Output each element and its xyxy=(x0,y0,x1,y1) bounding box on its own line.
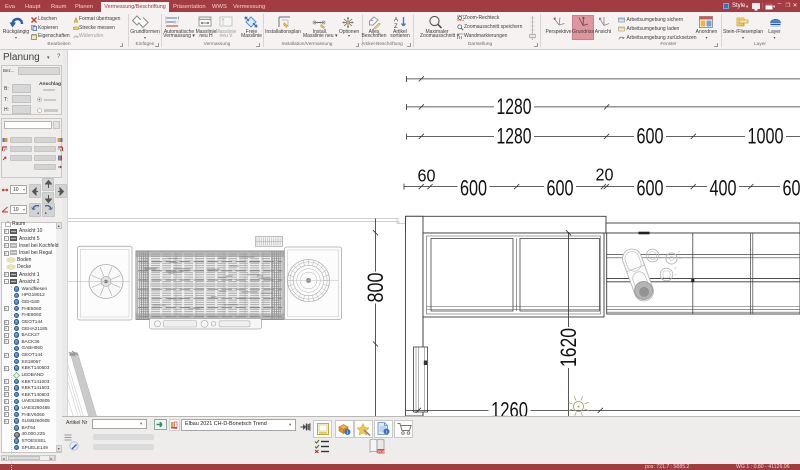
svg-text:600: 600 xyxy=(783,176,800,201)
svg-text:1620: 1620 xyxy=(556,328,581,367)
svg-text:600: 600 xyxy=(637,124,664,149)
svg-text:1000: 1000 xyxy=(748,124,784,149)
svg-text:1280: 1280 xyxy=(497,94,532,119)
svg-text:A: A xyxy=(394,18,398,24)
svg-text:PDF: PDF xyxy=(378,449,385,453)
svg-text:1280: 1280 xyxy=(497,124,532,149)
svg-text:800: 800 xyxy=(363,273,388,303)
svg-text:600: 600 xyxy=(547,176,574,201)
svg-text:60: 60 xyxy=(418,166,436,186)
svg-text:600: 600 xyxy=(637,176,664,201)
svg-text:20: 20 xyxy=(596,165,614,185)
svg-text:1260: 1260 xyxy=(491,398,528,416)
svg-text:400: 400 xyxy=(710,176,737,201)
svg-text:600: 600 xyxy=(460,176,487,201)
